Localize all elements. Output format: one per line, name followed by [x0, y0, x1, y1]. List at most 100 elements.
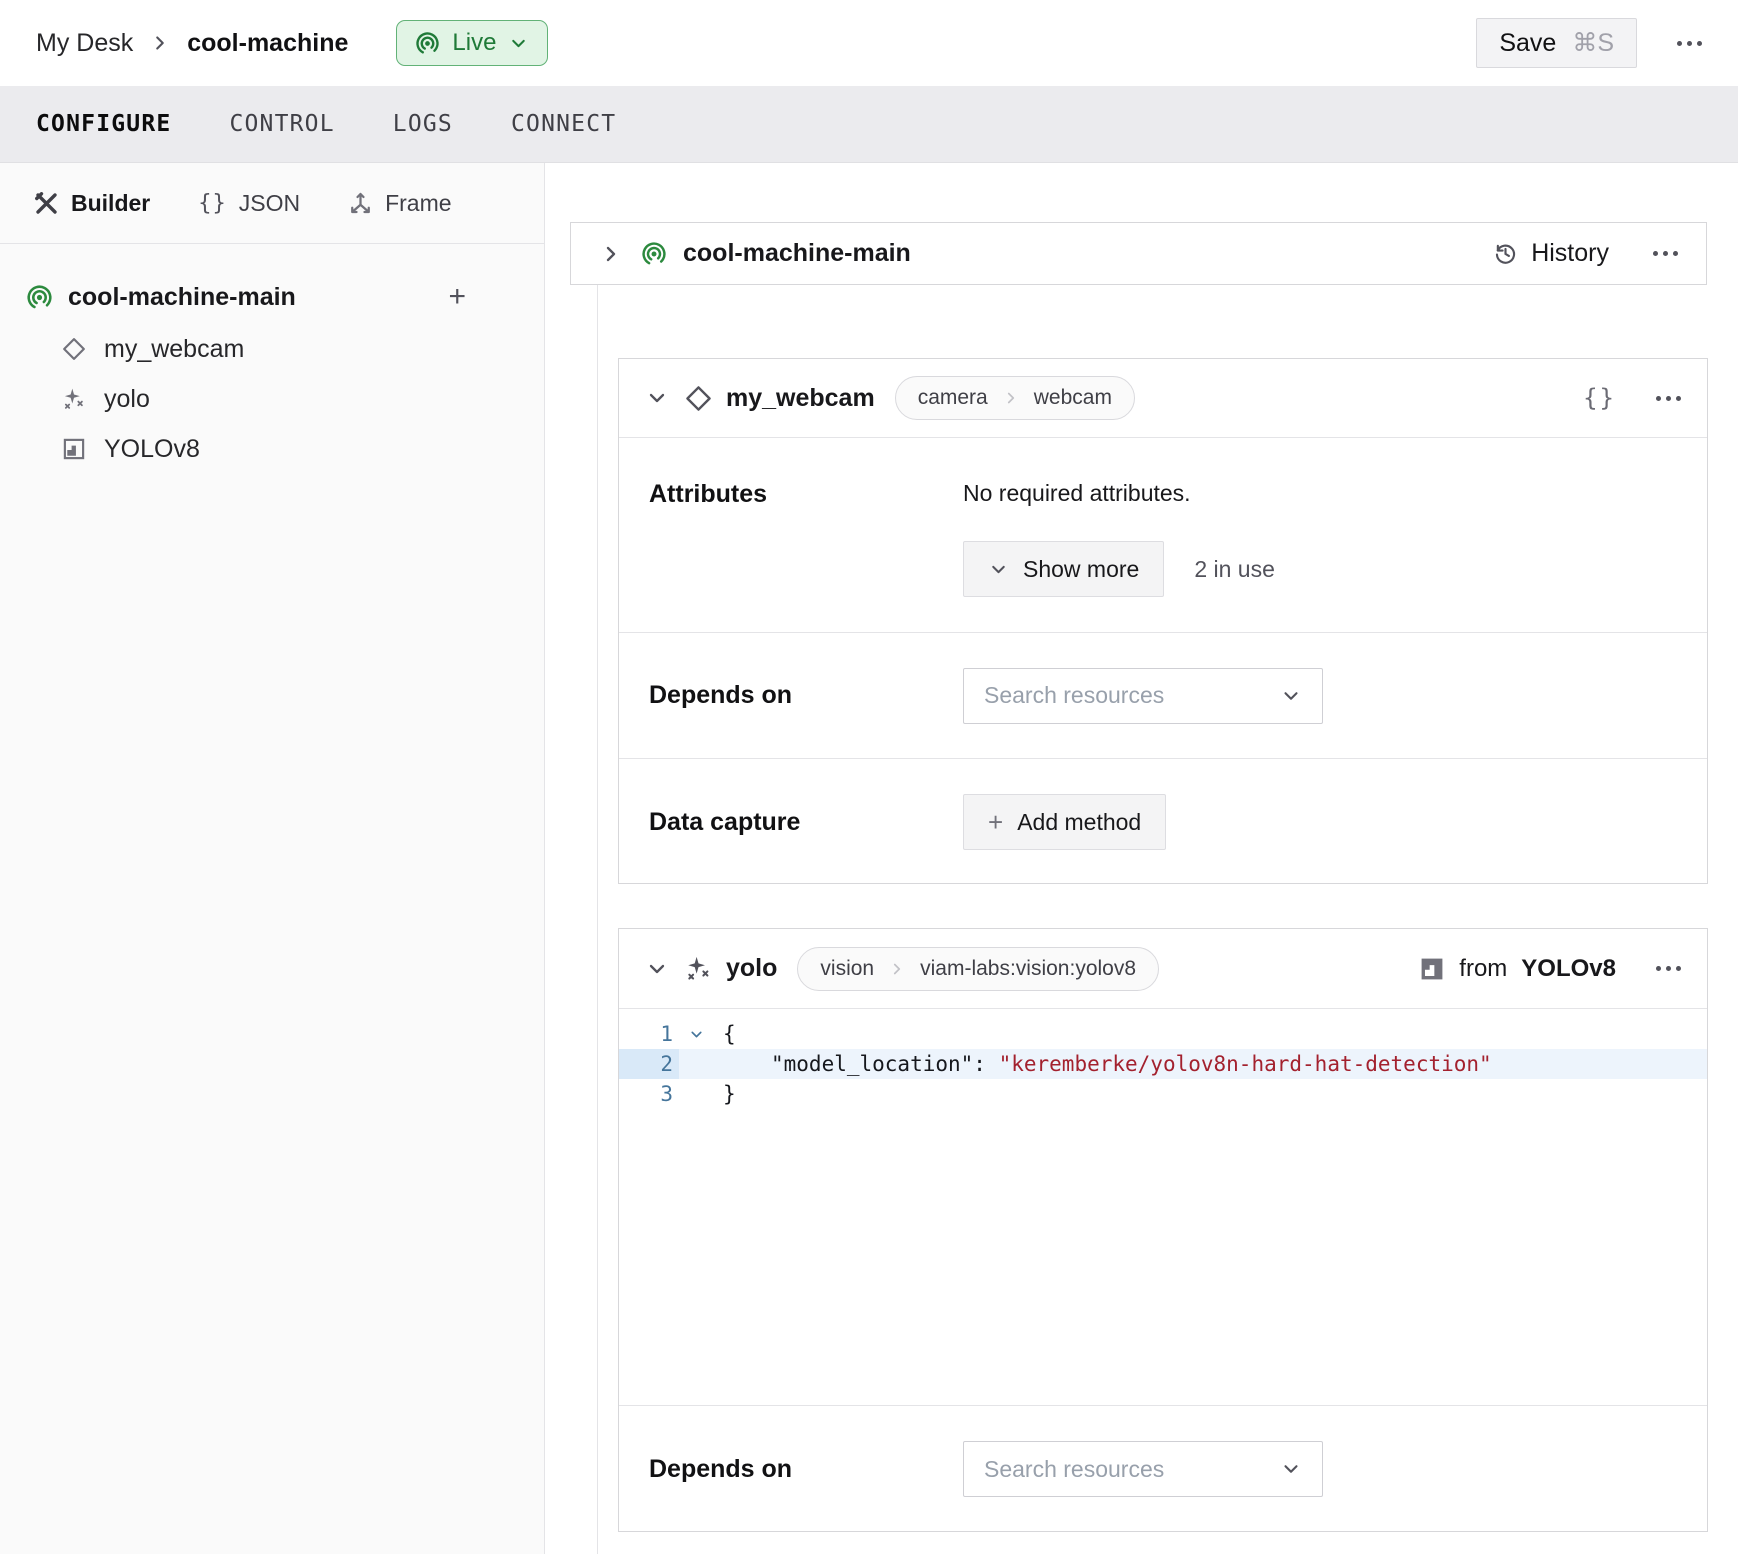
code-line: 3 }: [619, 1079, 1707, 1109]
mode-json-label: JSON: [239, 190, 300, 217]
depends-on-select[interactable]: Search resources: [963, 668, 1323, 724]
service-more-menu-icon[interactable]: [1656, 966, 1681, 971]
depends-on-label: Depends on: [649, 1455, 963, 1484]
viam-configure-page: My Desk cool-machine Live Save ⌘S CONFIG…: [0, 0, 1738, 1554]
chevron-right-icon[interactable]: [599, 242, 623, 266]
service-card-yolo: yolo vision viam-labs:vision:yolov8 from…: [618, 928, 1708, 1532]
plus-icon: +: [988, 809, 1003, 835]
attributes-section: Attributes No required attributes. Show …: [619, 438, 1707, 633]
tree-item-machine-part[interactable]: cool-machine-main +: [0, 270, 544, 324]
mode-json[interactable]: {} JSON: [198, 190, 300, 217]
badge-model: webcam: [1034, 386, 1112, 410]
breadcrumb-parent[interactable]: My Desk: [36, 29, 133, 58]
save-button[interactable]: Save ⌘S: [1476, 18, 1637, 68]
add-method-button[interactable]: + Add method: [963, 794, 1166, 850]
mode-frame-label: Frame: [385, 190, 451, 217]
component-type-badge: camera webcam: [895, 376, 1135, 420]
live-status-dropdown[interactable]: Live: [396, 20, 548, 66]
chevron-down-icon[interactable]: [645, 957, 669, 981]
chevron-right-icon: [1002, 389, 1020, 407]
code-text: {: [713, 1022, 736, 1046]
code-text: "model_location": "keremberke/yolov8n-ha…: [713, 1052, 1492, 1076]
sparkles-icon: [685, 955, 712, 982]
add-component-button[interactable]: +: [448, 282, 466, 312]
part-title: cool-machine-main: [683, 239, 911, 268]
add-method-label: Add method: [1017, 809, 1141, 836]
depends-on-section: Depends on Search resources: [619, 633, 1707, 759]
fold-chevron-icon[interactable]: [679, 1026, 713, 1043]
badge-type: camera: [918, 386, 988, 410]
machine-part-header: cool-machine-main History: [570, 222, 1707, 285]
component-title: my_webcam: [726, 384, 875, 413]
badge-model: viam-labs:vision:yolov8: [920, 957, 1136, 981]
sparkles-icon: [62, 387, 86, 411]
mode-builder-label: Builder: [71, 190, 150, 217]
code-text: }: [713, 1082, 736, 1106]
tab-logs[interactable]: LOGS: [393, 111, 453, 137]
tab-configure[interactable]: CONFIGURE: [36, 111, 171, 137]
json-key: "model_location": [771, 1052, 973, 1076]
tab-connect[interactable]: CONNECT: [511, 111, 616, 137]
show-more-button[interactable]: Show more: [963, 541, 1164, 597]
more-menu-icon[interactable]: [1677, 41, 1702, 46]
depends-on-label: Depends on: [649, 681, 963, 710]
component-card-header: my_webcam camera webcam {}: [619, 359, 1707, 438]
line-number: 3: [619, 1079, 679, 1109]
history-button[interactable]: History: [1492, 239, 1609, 268]
service-type-badge: vision viam-labs:vision:yolov8: [797, 947, 1159, 991]
attributes-empty-text: No required attributes.: [963, 480, 1275, 507]
json-string-value: "keremberke/yolov8n-hard-hat-detection": [999, 1052, 1492, 1076]
depends-on-placeholder: Search resources: [984, 1456, 1164, 1483]
chevron-down-icon: [988, 559, 1009, 580]
diamond-icon: [62, 337, 86, 361]
tree-item-my-webcam[interactable]: my_webcam: [0, 324, 544, 374]
save-shortcut: ⌘S: [1572, 28, 1614, 58]
depends-on-section: Depends on Search resources: [619, 1406, 1707, 1532]
mode-builder[interactable]: Builder: [34, 190, 150, 217]
config-sidebar: Builder {} JSON Frame cool-machine-main …: [0, 163, 545, 1554]
machine-tabs: CONFIGURE CONTROL LOGS CONNECT: [0, 86, 1738, 163]
breadcrumb-current: cool-machine: [187, 29, 348, 58]
code-line: 1 {: [619, 1019, 1707, 1049]
history-label: History: [1531, 239, 1609, 268]
show-more-label: Show more: [1023, 556, 1139, 583]
tree-item-yolo[interactable]: yolo: [0, 374, 544, 424]
from-prefix: from: [1459, 955, 1507, 983]
top-bar-actions: Save ⌘S: [1476, 18, 1702, 68]
axes-icon: [348, 191, 373, 216]
component-more-menu-icon[interactable]: [1656, 396, 1681, 401]
tree-item-label: my_webcam: [104, 335, 244, 364]
line-number: 2: [619, 1049, 679, 1079]
broadcast-icon: [26, 284, 53, 311]
tree-guide-line: [597, 285, 598, 1554]
resource-tree: cool-machine-main + my_webcam yolo YOLOv…: [0, 244, 544, 474]
depends-on-select[interactable]: Search resources: [963, 1441, 1323, 1497]
json-separator: :: [973, 1052, 998, 1076]
json-attributes-editor[interactable]: 1 { 2 "model_location": "keremberke/yolo…: [619, 1009, 1707, 1406]
top-bar: My Desk cool-machine Live Save ⌘S: [0, 0, 1738, 86]
tree-item-yolov8-module[interactable]: YOLOv8: [0, 424, 544, 474]
service-title: yolo: [726, 954, 777, 983]
depends-on-placeholder: Search resources: [984, 682, 1164, 709]
tab-control[interactable]: CONTROL: [229, 111, 334, 137]
component-card-my-webcam: my_webcam camera webcam {} Attributes No…: [618, 358, 1708, 884]
live-status-label: Live: [452, 29, 496, 57]
chevron-down-icon[interactable]: [645, 386, 669, 410]
config-main-panel: cool-machine-main History my_webcam came…: [546, 163, 1738, 1554]
mode-frame[interactable]: Frame: [348, 190, 451, 217]
diamond-icon: [685, 385, 712, 412]
part-more-menu-icon[interactable]: [1653, 251, 1678, 256]
badge-type: vision: [820, 957, 874, 981]
attributes-label: Attributes: [649, 480, 963, 632]
data-capture-label: Data capture: [649, 808, 963, 837]
history-clock-icon: [1492, 240, 1519, 267]
chevron-down-icon: [1280, 685, 1302, 707]
service-card-header: yolo vision viam-labs:vision:yolov8 from…: [619, 929, 1707, 1009]
chevron-down-icon: [508, 33, 529, 54]
save-label: Save: [1499, 29, 1556, 58]
tree-item-label: YOLOv8: [104, 435, 200, 464]
chevron-right-icon: [149, 32, 171, 54]
attributes-in-use-count: 2 in use: [1194, 556, 1275, 583]
line-number: 1: [619, 1019, 679, 1049]
json-toggle-icon[interactable]: {}: [1583, 384, 1616, 412]
